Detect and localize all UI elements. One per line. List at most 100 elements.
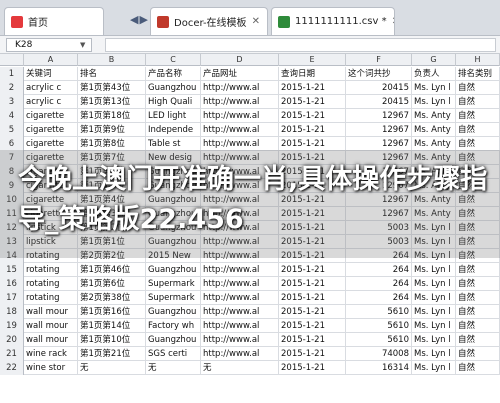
cell-h15[interactable]: 自然 bbox=[456, 263, 500, 277]
cell-d5[interactable]: http://www.al bbox=[201, 123, 279, 137]
cell-c2[interactable]: Guangzhou bbox=[146, 81, 201, 95]
cell-a3[interactable]: acrylic c bbox=[24, 95, 78, 109]
cell-f19[interactable]: 5610 bbox=[346, 319, 412, 333]
cell-f1[interactable]: 这个词共抄 bbox=[346, 67, 412, 81]
cell-f21[interactable]: 74008 bbox=[346, 347, 412, 361]
cell-e6[interactable]: 2015-1-21 bbox=[279, 137, 346, 151]
cell-b6[interactable]: 第1页第8位 bbox=[78, 137, 146, 151]
cell-e4[interactable]: 2015-1-21 bbox=[279, 109, 346, 123]
cell-b4[interactable]: 第1页第18位 bbox=[78, 109, 146, 123]
cell-b19[interactable]: 第1页第14位 bbox=[78, 319, 146, 333]
cell-d18[interactable]: http://www.al bbox=[201, 305, 279, 319]
row-header[interactable]: 22 bbox=[0, 361, 24, 375]
cell-h1[interactable]: 排名类别 bbox=[456, 67, 500, 81]
cell-e3[interactable]: 2015-1-21 bbox=[279, 95, 346, 109]
cell-b2[interactable]: 第1页第43位 bbox=[78, 81, 146, 95]
cell-b18[interactable]: 第1页第16位 bbox=[78, 305, 146, 319]
cell-e17[interactable]: 2015-1-21 bbox=[279, 291, 346, 305]
cell-c16[interactable]: Supermark bbox=[146, 277, 201, 291]
cell-d17[interactable]: http://www.al bbox=[201, 291, 279, 305]
cell-a18[interactable]: wall mour bbox=[24, 305, 78, 319]
cell-c20[interactable]: Guangzhou bbox=[146, 333, 201, 347]
column-header-f[interactable]: F bbox=[346, 54, 412, 66]
cell-f2[interactable]: 20415 bbox=[346, 81, 412, 95]
tab-csv-file[interactable]: 1111111111.csv * ✕ bbox=[271, 7, 395, 35]
cell-c18[interactable]: Guangzhou bbox=[146, 305, 201, 319]
cell-e2[interactable]: 2015-1-21 bbox=[279, 81, 346, 95]
column-header-b[interactable]: B bbox=[78, 54, 146, 66]
row-header[interactable]: 18 bbox=[0, 305, 24, 319]
row-header[interactable]: 17 bbox=[0, 291, 24, 305]
column-header-e[interactable]: E bbox=[279, 54, 346, 66]
cell-g1[interactable]: 负责人 bbox=[412, 67, 456, 81]
cell-a21[interactable]: wine rack bbox=[24, 347, 78, 361]
row-header[interactable]: 6 bbox=[0, 137, 24, 151]
cell-f20[interactable]: 5610 bbox=[346, 333, 412, 347]
cell-d16[interactable]: http://www.al bbox=[201, 277, 279, 291]
cell-e22[interactable]: 2015-1-21 bbox=[279, 361, 346, 375]
row-header[interactable]: 19 bbox=[0, 319, 24, 333]
cell-f6[interactable]: 12967 bbox=[346, 137, 412, 151]
cell-c22[interactable]: 无 bbox=[146, 361, 201, 375]
cell-d15[interactable]: http://www.al bbox=[201, 263, 279, 277]
cell-d4[interactable]: http://www.al bbox=[201, 109, 279, 123]
cell-d21[interactable]: http://www.al bbox=[201, 347, 279, 361]
cell-b1[interactable]: 排名 bbox=[78, 67, 146, 81]
cell-a20[interactable]: wall mour bbox=[24, 333, 78, 347]
cell-c6[interactable]: Table st bbox=[146, 137, 201, 151]
close-icon[interactable]: ✕ bbox=[252, 16, 260, 27]
cell-f22[interactable]: 16314 bbox=[346, 361, 412, 375]
cell-b22[interactable]: 无 bbox=[78, 361, 146, 375]
cell-g22[interactable]: Ms. Lyn l bbox=[412, 361, 456, 375]
cell-d3[interactable]: http://www.al bbox=[201, 95, 279, 109]
cell-g19[interactable]: Ms. Lyn l bbox=[412, 319, 456, 333]
close-icon[interactable]: ✕ bbox=[392, 16, 394, 27]
cell-h6[interactable]: 自然 bbox=[456, 137, 500, 151]
cell-b20[interactable]: 第1页第10位 bbox=[78, 333, 146, 347]
cell-g18[interactable]: Ms. Lyn l bbox=[412, 305, 456, 319]
row-header[interactable]: 21 bbox=[0, 347, 24, 361]
cell-g17[interactable]: Ms. Lyn l bbox=[412, 291, 456, 305]
cell-c3[interactable]: High Quali bbox=[146, 95, 201, 109]
cell-a22[interactable]: wine stor bbox=[24, 361, 78, 375]
tab-home[interactable]: 首页 bbox=[4, 7, 104, 35]
cell-e5[interactable]: 2015-1-21 bbox=[279, 123, 346, 137]
cell-a5[interactable]: cigarette bbox=[24, 123, 78, 137]
row-header[interactable]: 5 bbox=[0, 123, 24, 137]
row-header[interactable]: 3 bbox=[0, 95, 24, 109]
cell-f16[interactable]: 264 bbox=[346, 277, 412, 291]
row-header[interactable]: 1 bbox=[0, 67, 24, 81]
cell-e20[interactable]: 2015-1-21 bbox=[279, 333, 346, 347]
cell-d19[interactable]: http://www.al bbox=[201, 319, 279, 333]
cell-f18[interactable]: 5610 bbox=[346, 305, 412, 319]
cell-g16[interactable]: Ms. Lyn l bbox=[412, 277, 456, 291]
cell-b17[interactable]: 第2页第38位 bbox=[78, 291, 146, 305]
row-header[interactable]: 16 bbox=[0, 277, 24, 291]
cell-d1[interactable]: 产品网址 bbox=[201, 67, 279, 81]
cell-e19[interactable]: 2015-1-21 bbox=[279, 319, 346, 333]
row-header[interactable]: 4 bbox=[0, 109, 24, 123]
cell-g2[interactable]: Ms. Lyn l bbox=[412, 81, 456, 95]
cell-e1[interactable]: 查询日期 bbox=[279, 67, 346, 81]
cell-g6[interactable]: Ms. Anty bbox=[412, 137, 456, 151]
cell-a15[interactable]: rotating bbox=[24, 263, 78, 277]
cell-h20[interactable]: 自然 bbox=[456, 333, 500, 347]
column-header-d[interactable]: D bbox=[201, 54, 279, 66]
cell-e16[interactable]: 2015-1-21 bbox=[279, 277, 346, 291]
cell-a19[interactable]: wall mour bbox=[24, 319, 78, 333]
cell-g5[interactable]: Ms. Anty bbox=[412, 123, 456, 137]
cell-h16[interactable]: 自然 bbox=[456, 277, 500, 291]
row-header[interactable]: 20 bbox=[0, 333, 24, 347]
row-header[interactable]: 15 bbox=[0, 263, 24, 277]
cell-h3[interactable]: 自然 bbox=[456, 95, 500, 109]
row-header[interactable]: 2 bbox=[0, 81, 24, 95]
cell-c19[interactable]: Factory wh bbox=[146, 319, 201, 333]
cell-d2[interactable]: http://www.al bbox=[201, 81, 279, 95]
column-header-c[interactable]: C bbox=[146, 54, 201, 66]
cell-a1[interactable]: 关键词 bbox=[24, 67, 78, 81]
cell-a17[interactable]: rotating bbox=[24, 291, 78, 305]
cell-c1[interactable]: 产品名称 bbox=[146, 67, 201, 81]
cell-d6[interactable]: http://www.al bbox=[201, 137, 279, 151]
column-header-a[interactable]: A bbox=[24, 54, 78, 66]
cell-g15[interactable]: Ms. Lyn l bbox=[412, 263, 456, 277]
